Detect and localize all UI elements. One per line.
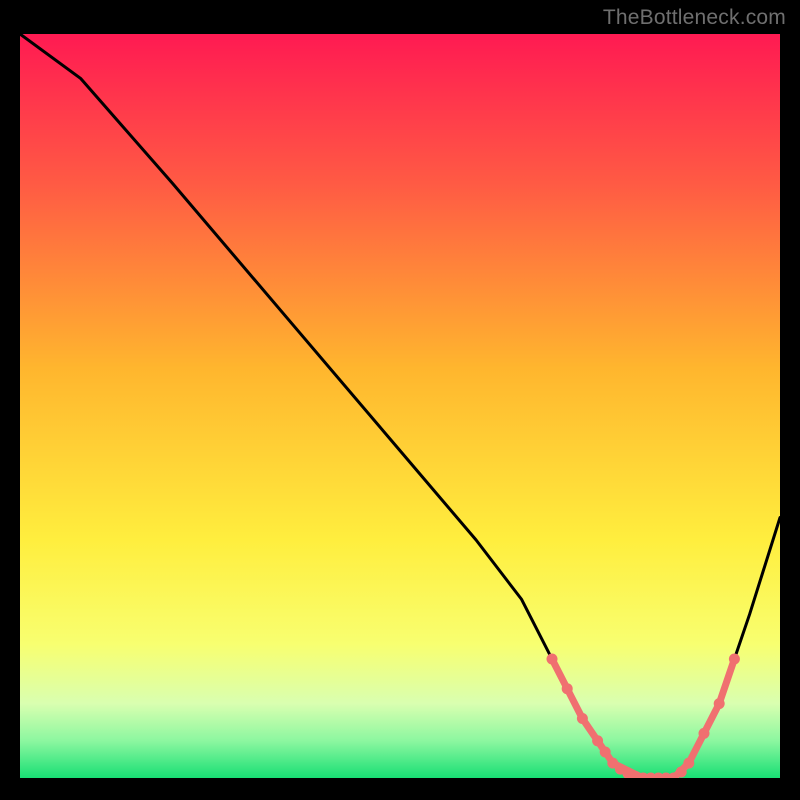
valley-dot	[714, 698, 725, 709]
valley-dot	[683, 758, 694, 769]
valley-dot	[592, 735, 603, 746]
gradient-background	[20, 34, 780, 778]
valley-dot	[600, 747, 611, 758]
valley-dot	[562, 683, 573, 694]
valley-dot	[547, 654, 558, 665]
valley-dot	[676, 767, 687, 778]
valley-dot	[577, 713, 588, 724]
valley-dot	[729, 654, 740, 665]
plot-area	[20, 34, 780, 778]
valley-dot	[699, 728, 710, 739]
watermark-text: TheBottleneck.com	[603, 6, 786, 30]
chart-svg	[20, 34, 780, 778]
chart-frame: TheBottleneck.com	[0, 0, 800, 800]
